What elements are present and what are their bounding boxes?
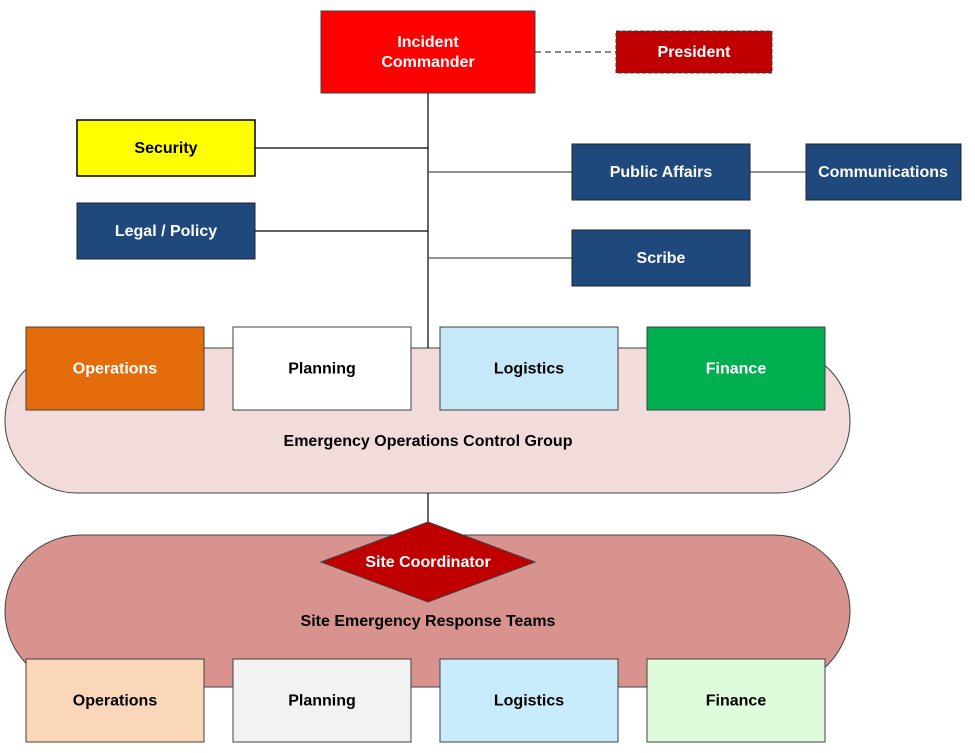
president-label: President — [658, 44, 732, 61]
scribe-box[interactable]: Scribe — [571, 229, 751, 287]
eocg-logistics-box[interactable]: Logistics — [439, 326, 619, 411]
incident-commander-label-line2: Commander — [381, 54, 474, 71]
eocg-operations-label: Operations — [73, 361, 158, 378]
site-coordinator-label: Site Coordinator — [365, 554, 490, 571]
site-teams-label: Site Emergency Response Teams — [301, 613, 556, 630]
site-logistics-label: Logistics — [494, 693, 564, 710]
communications-box[interactable]: Communications — [805, 143, 962, 201]
site-planning-box[interactable]: Planning — [232, 658, 412, 743]
site-operations-label: Operations — [73, 693, 158, 710]
communications-label: Communications — [818, 164, 948, 181]
eocg-operations-box[interactable]: Operations — [25, 326, 205, 411]
eocg-logistics-label: Logistics — [494, 361, 564, 378]
eocg-planning-label: Planning — [288, 361, 356, 378]
incident-commander-box[interactable]: Incident Commander — [320, 10, 536, 94]
legal-policy-label: Legal / Policy — [115, 223, 217, 240]
org-chart: Incident Commander President Security Le… — [4, 10, 962, 743]
eocg-finance-label: Finance — [706, 361, 767, 378]
security-box[interactable]: Security — [76, 119, 256, 177]
scribe-label: Scribe — [637, 250, 686, 267]
site-logistics-box[interactable]: Logistics — [439, 658, 619, 743]
eocg-planning-box[interactable]: Planning — [232, 326, 412, 411]
site-operations-box[interactable]: Operations — [25, 658, 205, 743]
eocg-finance-box[interactable]: Finance — [646, 326, 826, 411]
incident-commander-label-line1: Incident — [397, 34, 459, 51]
site-planning-label: Planning — [288, 693, 356, 710]
eocg-label: Emergency Operations Control Group — [284, 433, 573, 450]
public-affairs-box[interactable]: Public Affairs — [571, 143, 751, 201]
security-label: Security — [134, 140, 197, 157]
public-affairs-label: Public Affairs — [610, 164, 713, 181]
president-box[interactable]: President — [615, 30, 773, 74]
site-finance-label: Finance — [706, 693, 767, 710]
site-finance-box[interactable]: Finance — [646, 658, 826, 743]
legal-policy-box[interactable]: Legal / Policy — [76, 202, 256, 260]
